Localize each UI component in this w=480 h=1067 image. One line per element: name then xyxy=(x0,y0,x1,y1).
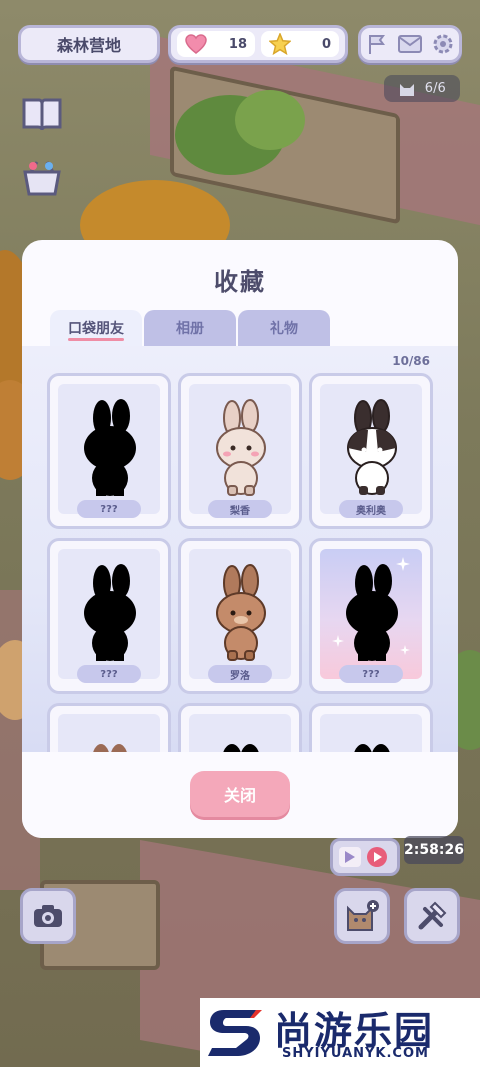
cat-add-button[interactable] xyxy=(334,888,390,944)
video-reward-icon xyxy=(339,847,387,867)
location-label[interactable]: 森林营地 xyxy=(18,25,160,63)
star-icon xyxy=(269,33,291,55)
stars-value: 0 xyxy=(321,36,331,52)
rabbit-luoluo-icon xyxy=(216,564,266,661)
location-name: 森林营地 xyxy=(56,36,121,55)
friend-name: 梨香 xyxy=(208,500,272,518)
friend-name: 罗洛 xyxy=(208,665,272,683)
site-watermark: 尚游乐园 SHYIYUANYK.COM xyxy=(200,998,480,1067)
cat-add-icon xyxy=(347,900,379,931)
mail-icon[interactable] xyxy=(397,34,423,54)
friend-name: ??? xyxy=(339,665,403,683)
system-buttons xyxy=(358,25,462,63)
sparkle-icon xyxy=(400,645,410,655)
modal-title: 收藏 xyxy=(214,268,266,296)
tab-bar: 口袋朋友 相册 礼物 xyxy=(50,310,330,346)
friend-name: 奥利奥 xyxy=(339,500,403,518)
friend-card[interactable]: ??? xyxy=(309,538,433,694)
sparkle-icon xyxy=(396,557,410,571)
hearts-value: 18 xyxy=(228,36,247,52)
friend-card[interactable]: 罗洛 xyxy=(178,538,302,694)
event-timer: 2:58:26 xyxy=(404,836,464,864)
silhouette-rabbit-icon xyxy=(84,399,136,496)
modal-footer: 关闭 xyxy=(22,752,458,838)
watermark-url: SHYIYUANYK.COM xyxy=(282,1046,429,1061)
stars-counter[interactable]: 0 xyxy=(261,31,339,57)
tools-icon xyxy=(418,901,447,930)
capacity-value: 6/6 xyxy=(424,81,446,96)
gear-icon[interactable] xyxy=(431,32,455,56)
rabbit-oreo-icon xyxy=(347,399,397,495)
collected-count: 10/86 xyxy=(392,354,430,368)
cat-head-icon xyxy=(400,83,415,96)
close-button[interactable]: 关闭 xyxy=(190,771,290,817)
friend-name: ??? xyxy=(77,500,141,518)
friend-card[interactable]: ??? xyxy=(47,538,171,694)
collection-modal: 收藏 口袋朋友 相册 礼物 10/86 ??? 梨香 奥利奥 ??? 罗洛 ??… xyxy=(22,240,458,838)
sparkle-icon xyxy=(332,635,344,647)
tab-album[interactable]: 相册 xyxy=(144,310,236,346)
resource-bar: 18 0 xyxy=(168,25,348,63)
friend-name: ??? xyxy=(77,665,141,683)
friend-card[interactable]: 梨香 xyxy=(178,373,302,529)
tools-button[interactable] xyxy=(404,888,460,944)
rabbit-lixiang-icon xyxy=(216,399,266,496)
tab-pocket-friends[interactable]: 口袋朋友 xyxy=(50,310,142,346)
book-icon[interactable] xyxy=(20,92,64,136)
heart-icon xyxy=(185,34,207,54)
capacity-badge: 6/6 xyxy=(384,75,460,102)
video-reward-button[interactable] xyxy=(330,838,400,876)
camera-icon xyxy=(34,905,62,927)
friend-card[interactable]: 奥利奥 xyxy=(309,373,433,529)
silhouette-rabbit-icon xyxy=(84,564,136,661)
silhouette-rabbit-icon xyxy=(346,564,398,661)
flag-icon[interactable] xyxy=(365,32,389,56)
collection-panel[interactable]: 10/86 ??? 梨香 奥利奥 ??? 罗洛 ??? xyxy=(22,346,458,776)
friend-card[interactable]: ??? xyxy=(47,373,171,529)
tab-gifts[interactable]: 礼物 xyxy=(238,310,330,346)
basket-icon[interactable] xyxy=(20,156,64,200)
watermark-s-logo xyxy=(208,1010,262,1056)
camera-button[interactable] xyxy=(20,888,76,944)
hearts-counter[interactable]: 18 xyxy=(177,31,255,57)
